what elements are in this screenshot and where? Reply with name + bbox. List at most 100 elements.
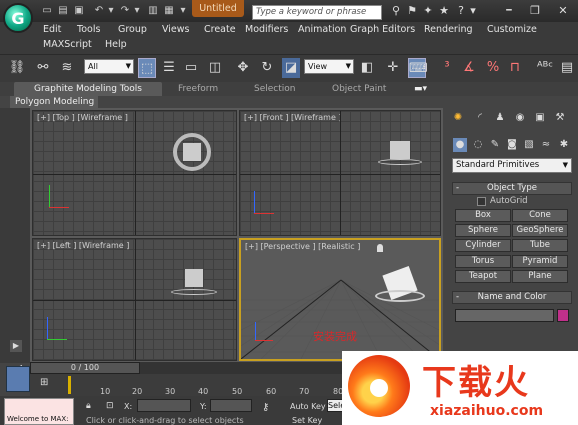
object-color-swatch[interactable] [557,309,569,322]
autogrid-checkbox[interactable] [477,197,486,206]
save-icon[interactable]: ▣ [72,4,86,17]
category-dropdown[interactable]: Standard Primitives ▼ [452,158,572,173]
view-cube[interactable] [185,269,203,287]
geosphere-button[interactable]: GeoSphere [512,224,568,237]
communication-icon[interactable]: ✦ [421,4,435,18]
y-coordinate-field[interactable] [210,399,252,412]
minimize-icon[interactable]: ━ [502,4,516,18]
select-and-scale-icon[interactable]: ◪ [282,58,300,78]
create-tab-icon[interactable]: ✺ [451,111,465,125]
angle-snap-icon[interactable]: ∡ [460,58,478,78]
menu-customize[interactable]: Customize [487,24,537,35]
help-dropdown-icon[interactable]: ▾ [466,4,480,18]
tab-graphite-modeling-tools[interactable]: Graphite Modeling Tools [14,82,162,96]
selection-lock-icon[interactable]: 🔒︎ [86,401,91,411]
name-and-color-rollout[interactable]: - Name and Color [452,291,572,304]
selection-filter-dropdown[interactable]: All ▼ [84,59,134,74]
menu-maxscript[interactable]: MAXScript [43,39,92,50]
tab-freeform[interactable]: Freeform [178,82,218,96]
new-file-icon[interactable]: ▭ [40,4,54,17]
ribbon-options-icon[interactable]: ▬▾ [414,82,427,96]
unlink-icon[interactable]: ⚯ [34,58,52,78]
play-icon[interactable]: ▶ [10,340,22,352]
view-cube-ring[interactable] [378,159,422,165]
window-crossing-icon[interactable]: ◫ [206,58,224,78]
object-type-rollout[interactable]: - Object Type [452,182,572,195]
helpers-icon[interactable]: ▧ [522,138,536,152]
search-input[interactable]: Type a keyword or phrase [252,5,382,20]
menu-rendering[interactable]: Rendering [424,24,473,35]
quick-access-dropdown-icon[interactable]: ▾ [176,4,190,17]
tab-object-paint[interactable]: Object Paint [332,82,386,96]
rectangular-selection-icon[interactable]: ▭ [182,58,200,78]
cylinder-button[interactable]: Cylinder [455,239,511,252]
space-warps-icon[interactable]: ≈ [539,138,553,152]
track-view-icon[interactable]: ⊞ [40,377,54,389]
utilities-tab-icon[interactable]: ⚒ [553,111,567,125]
binoculars-icon[interactable]: ⚲ [389,4,403,18]
percent-snap-icon[interactable]: % [484,58,502,78]
named-selection-sets-icon[interactable]: ▤ [558,58,576,78]
shapes-icon[interactable]: ◌ [471,138,485,152]
select-and-link-icon[interactable]: ⛓ [8,58,26,78]
tab-selection[interactable]: Selection [254,82,295,96]
viewport-top-label[interactable]: [+] [Top ] [Wireframe ] [37,113,128,122]
hold-icon[interactable]: ▥ [146,4,160,17]
viewport-layout-icon[interactable] [6,366,30,392]
sphere-button[interactable]: Sphere [455,224,511,237]
edit-named-selection-icon[interactable]: ᴬᴮᶜ [536,58,554,78]
modify-tab-icon[interactable]: ◜ [473,111,487,125]
view-cube[interactable] [183,143,201,161]
favorites-star-icon[interactable]: ★ [437,4,451,18]
lights-icon[interactable]: ✎ [488,138,502,152]
systems-icon[interactable]: ✱ [557,138,571,152]
viewport-perspective[interactable]: [+] [Perspective ] [Realistic ] 安装完成 [239,238,441,361]
pyramid-button[interactable]: Pyramid [512,255,568,268]
menu-group[interactable]: Group [118,24,147,35]
open-file-icon[interactable]: ▤ [56,4,70,17]
workspace-icon[interactable]: ▦ [162,4,176,17]
viewport-left-label[interactable]: [+] [Left ] [Wireframe ] [37,241,129,250]
cone-button[interactable]: Cone [512,209,568,222]
viewport-front-label[interactable]: [+] [Front ] [Wireframe ] [244,113,342,122]
home-icon[interactable] [377,244,383,252]
pivot-center-icon[interactable]: ◧ [358,58,376,78]
menu-modifiers[interactable]: Modifiers [245,24,288,35]
undo-dropdown-icon[interactable]: ▾ [104,4,118,17]
hierarchy-tab-icon[interactable]: ♟ [493,111,507,125]
maxscript-listener[interactable]: Welcome to MAX: [4,398,74,425]
keyboard-shortcut-override-icon[interactable]: ⌨ [408,58,428,78]
viewport-top[interactable]: [+] [Top ] [Wireframe ] [32,110,237,236]
motion-tab-icon[interactable]: ◉ [513,111,527,125]
view-cube-ring[interactable] [171,289,217,295]
menu-help[interactable]: Help [105,39,127,50]
auto-key-button[interactable]: Auto Key [290,402,326,411]
time-slider-thumb[interactable]: 0 / 100 [30,362,140,374]
menu-animation[interactable]: Animation [298,24,346,35]
menu-graph-editors[interactable]: Graph Editors [350,24,415,35]
viewport-left[interactable]: [+] [Left ] [Wireframe ] [32,238,237,361]
tube-button[interactable]: Tube [512,239,568,252]
plane-button[interactable]: Plane [512,270,568,283]
object-name-input[interactable] [455,309,554,322]
viewport-front[interactable]: [+] [Front ] [Wireframe ] [239,110,441,236]
set-key-button[interactable]: Set Key [292,416,322,425]
geometry-icon[interactable]: ● [453,138,467,152]
select-object-icon[interactable]: ⬚ [138,58,156,78]
subscription-icon[interactable]: ⚑ [405,4,419,18]
torus-button[interactable]: Torus [455,255,511,268]
view-cube-ring[interactable] [375,290,425,302]
select-by-name-icon[interactable]: ☰ [160,58,178,78]
transform-mode-icon[interactable]: ⊡ [106,401,114,411]
teapot-button[interactable]: Teapot [455,270,511,283]
x-coordinate-field[interactable] [137,399,191,412]
box-button[interactable]: Box [455,209,511,222]
maximize-icon[interactable]: ❐ [528,4,542,18]
display-tab-icon[interactable]: ▣ [533,111,547,125]
cameras-icon[interactable]: ◙ [505,138,519,152]
close-icon[interactable]: ✕ [556,4,570,18]
select-manipulate-icon[interactable]: ✛ [384,58,402,78]
app-logo-button[interactable]: G [3,3,33,33]
bind-space-warp-icon[interactable]: ≋ [58,58,76,78]
snaps-toggle-icon[interactable]: ³ [438,58,456,78]
